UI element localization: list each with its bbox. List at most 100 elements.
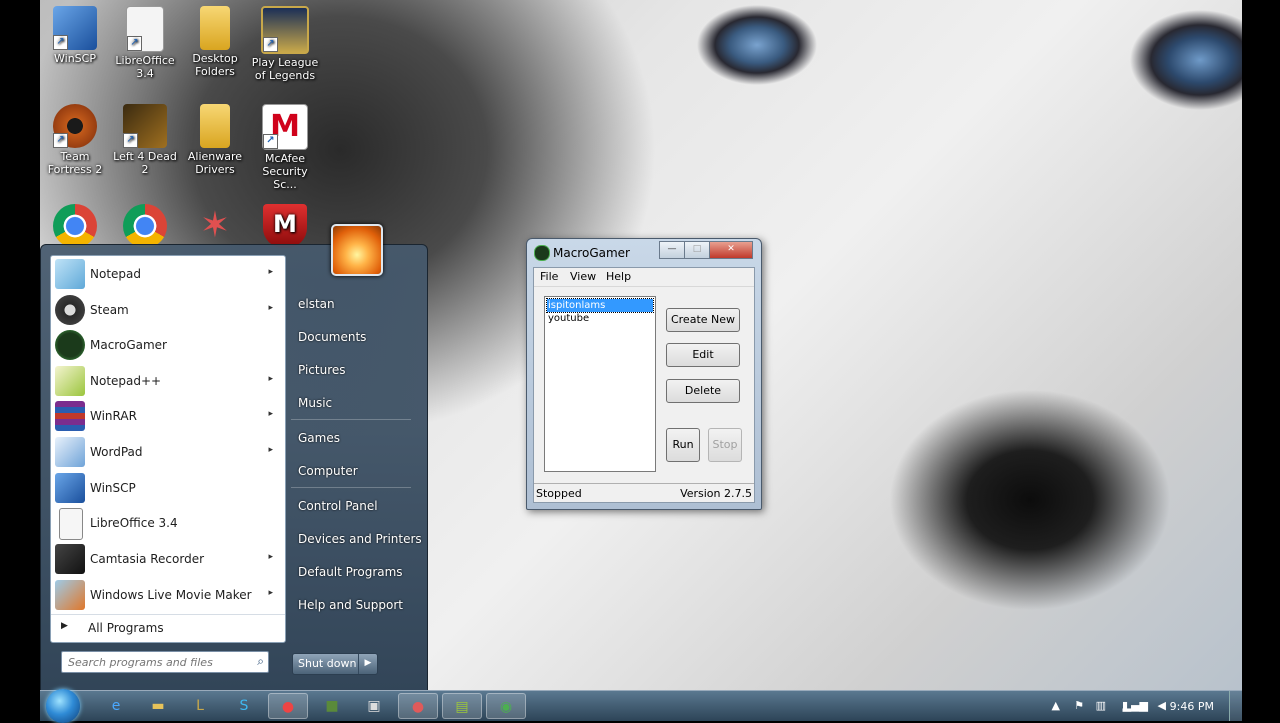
desktop-icon-label: Alienware Drivers bbox=[187, 150, 243, 176]
libreoffice-icon: ↗ bbox=[126, 6, 164, 52]
chrome-icon[interactable]: ● bbox=[268, 693, 308, 719]
devices-printers-link[interactable]: Devices and Printers bbox=[298, 532, 422, 546]
shortcut-arrow-icon: ↗ bbox=[123, 133, 138, 148]
maximize-button[interactable]: □ bbox=[684, 241, 710, 259]
minimize-button[interactable]: — bbox=[659, 241, 685, 259]
start-button[interactable] bbox=[46, 689, 80, 723]
edit-button[interactable]: Edit bbox=[666, 343, 740, 367]
program-item-steam[interactable]: Steam ▸ bbox=[51, 293, 285, 327]
notepadpp-icon bbox=[55, 366, 85, 396]
shutdown-options-arrow-icon[interactable]: ▶ bbox=[358, 654, 377, 674]
program-label: MacroGamer bbox=[90, 338, 167, 352]
help-support-link[interactable]: Help and Support bbox=[298, 598, 403, 612]
explorer-icon[interactable]: ▬ bbox=[138, 693, 178, 719]
show-desktop-button[interactable] bbox=[1229, 691, 1242, 721]
status-text: Stopped bbox=[536, 487, 582, 500]
volume-icon[interactable]: ◀ bbox=[1158, 699, 1166, 712]
list-item[interactable]: youtube bbox=[547, 312, 653, 325]
window-client-area: File View Help ispitonlams youtube Creat… bbox=[533, 267, 755, 503]
program-label: WinRAR bbox=[90, 409, 137, 423]
desktop-icon-mcafee[interactable]: M ↗ McAfee Security Sc... bbox=[250, 104, 320, 191]
user-picture[interactable] bbox=[331, 224, 383, 276]
start-search-box[interactable]: ⌕ bbox=[61, 651, 269, 673]
star-icon: ✶ bbox=[199, 205, 231, 246]
start-menu: Notepad ▸ Steam ▸ MacroGamer Notepad++ ▸… bbox=[40, 224, 428, 692]
close-button[interactable]: ✕ bbox=[709, 241, 753, 259]
menu-view[interactable]: View bbox=[570, 270, 596, 283]
terminal-icon[interactable]: ▣ bbox=[354, 693, 394, 719]
desktop-icon-desktop-folders[interactable]: Desktop Folders bbox=[180, 6, 250, 78]
libreoffice-icon bbox=[59, 508, 83, 540]
default-programs-link[interactable]: Default Programs bbox=[298, 565, 403, 579]
program-item-notepad[interactable]: Notepad ▸ bbox=[51, 257, 285, 291]
show-hidden-icons-icon[interactable]: ▲ bbox=[1052, 699, 1060, 712]
program-item-notepadpp[interactable]: Notepad++ ▸ bbox=[51, 364, 285, 398]
mcafee-icon: M ↗ bbox=[262, 104, 308, 150]
menu-separator bbox=[291, 419, 411, 420]
list-item[interactable]: ispitonlams bbox=[546, 298, 654, 313]
start-menu-programs-pane: Notepad ▸ Steam ▸ MacroGamer Notepad++ ▸… bbox=[50, 255, 286, 643]
flag-icon[interactable]: ⚑ bbox=[1074, 699, 1084, 712]
desktop-icon-libreoffice[interactable]: ↗ LibreOffice 3.4 bbox=[110, 6, 180, 80]
submenu-arrow-icon: ▸ bbox=[268, 409, 273, 419]
run-button[interactable]: Run bbox=[666, 428, 700, 462]
shortcut-arrow-icon: ↗ bbox=[127, 36, 142, 51]
music-link[interactable]: Music bbox=[298, 396, 332, 410]
user-link[interactable]: elstan bbox=[298, 297, 335, 311]
menu-help[interactable]: Help bbox=[606, 270, 631, 283]
desktop-icon-alienware[interactable]: Alienware Drivers bbox=[180, 104, 250, 176]
control-panel-link[interactable]: Control Panel bbox=[298, 499, 378, 513]
menu-file[interactable]: File bbox=[540, 270, 558, 283]
macro-list[interactable]: ispitonlams youtube bbox=[544, 296, 656, 472]
winscp-icon: ↗ bbox=[53, 6, 97, 50]
program-item-winscp[interactable]: WinSCP bbox=[51, 471, 285, 505]
winscp-icon bbox=[55, 473, 85, 503]
left4dead-icon: ↗ bbox=[123, 104, 167, 148]
stop-button[interactable]: Stop bbox=[708, 428, 742, 462]
folder-icon bbox=[200, 104, 230, 148]
all-programs-button[interactable]: ▶ All Programs bbox=[51, 614, 285, 641]
desktop-icon-label: LibreOffice 3.4 bbox=[115, 54, 175, 80]
network-icon[interactable]: ▂▄▆ bbox=[1123, 699, 1148, 712]
delete-button[interactable]: Delete bbox=[666, 379, 740, 403]
expand-arrow-icon: ▶ bbox=[61, 621, 68, 631]
notepadpp-icon[interactable]: ▤ bbox=[442, 693, 482, 719]
pictures-link[interactable]: Pictures bbox=[298, 363, 346, 377]
notepad-icon bbox=[55, 259, 85, 289]
league-of-legends-icon: ↗ bbox=[261, 6, 309, 54]
program-label: Steam bbox=[90, 303, 129, 317]
program-item-winrar[interactable]: WinRAR ▸ bbox=[51, 399, 285, 433]
program-item-wordpad[interactable]: WordPad ▸ bbox=[51, 435, 285, 469]
search-input[interactable] bbox=[66, 653, 250, 671]
desktop-icon-label: McAfee Security Sc... bbox=[262, 152, 308, 191]
menu-separator bbox=[291, 487, 411, 488]
skype-icon[interactable]: S bbox=[224, 693, 264, 719]
documents-link[interactable]: Documents bbox=[298, 330, 366, 344]
create-new-button[interactable]: Create New bbox=[666, 308, 740, 332]
games-link[interactable]: Games bbox=[298, 431, 340, 445]
search-icon[interactable]: ⌕ bbox=[257, 654, 264, 669]
desktop-icon-league[interactable]: ↗ Play League of Legends bbox=[250, 6, 320, 82]
desktop-icon-team-fortress[interactable]: ↗ Team Fortress 2 bbox=[40, 104, 110, 176]
macrogamer-icon bbox=[55, 330, 85, 360]
program-label: LibreOffice 3.4 bbox=[90, 516, 178, 530]
program-label: Camtasia Recorder bbox=[90, 552, 205, 566]
program-item-moviemaker[interactable]: Windows Live Movie Maker ▸ bbox=[51, 578, 285, 612]
program-item-macrogamer[interactable]: MacroGamer bbox=[51, 328, 285, 362]
computer-link[interactable]: Computer bbox=[298, 464, 358, 478]
desktop-icon-left4dead[interactable]: ↗ Left 4 Dead 2 bbox=[110, 104, 180, 176]
shortcut-arrow-icon: ↗ bbox=[263, 37, 278, 52]
program-item-camtasia[interactable]: Camtasia Recorder ▸ bbox=[51, 542, 285, 576]
team-fortress-icon: ↗ bbox=[53, 104, 97, 148]
minecraft-icon[interactable]: ■ bbox=[312, 693, 352, 719]
shutdown-button[interactable]: Shut down ▶ bbox=[292, 653, 378, 675]
clock[interactable]: 9:46 PM bbox=[1170, 700, 1214, 713]
recorder-icon[interactable]: ● bbox=[398, 693, 438, 719]
submenu-arrow-icon: ▸ bbox=[268, 267, 273, 277]
internet-explorer-icon[interactable]: e bbox=[96, 693, 136, 719]
macrogamer-icon[interactable]: ◉ bbox=[486, 693, 526, 719]
desktop-icon-winscp[interactable]: ↗ WinSCP bbox=[40, 6, 110, 65]
program-item-libreoffice[interactable]: LibreOffice 3.4 bbox=[51, 506, 285, 540]
device-icon[interactable]: ▥ bbox=[1096, 699, 1106, 712]
league-icon[interactable]: L bbox=[180, 693, 220, 719]
